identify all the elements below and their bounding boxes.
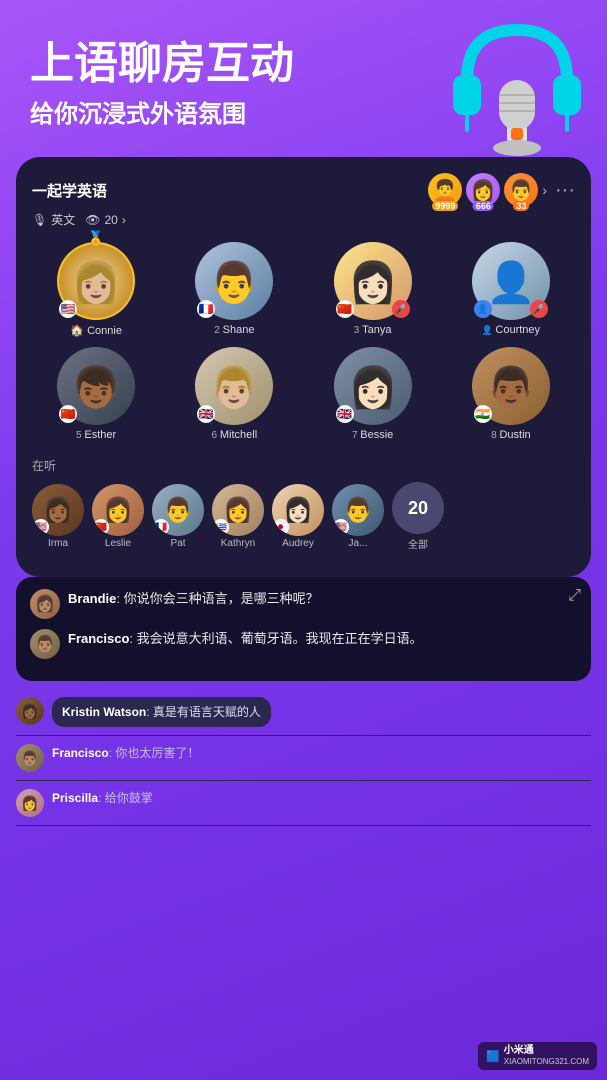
room-header: 一起学英语 🧑‍🦱 9999 👩 666 👨 33 › ···	[32, 173, 575, 207]
bottom-text-priscilla: Priscilla: 给你鼓掌	[52, 789, 153, 807]
watermark-icon: 🟦	[486, 1050, 500, 1063]
listeners-more-label: 全部	[408, 536, 428, 551]
flag-gb-bessie: 🇬🇧	[336, 405, 354, 423]
flag-us: 🇺🇸	[59, 300, 77, 318]
user-icon-courtney: 👤	[474, 300, 492, 318]
host-crown: 🏅	[87, 230, 104, 247]
flag-cn-tanya: 🇨🇳	[336, 300, 354, 318]
speakers-grid: 👩🏼 🇺🇸 🏅 🏠 Connie 👨 🇫🇷 2 Shane	[32, 242, 575, 441]
svg-text:👩🏼: 👩🏼	[71, 259, 121, 305]
svg-text:👨🏼: 👨🏼	[209, 364, 259, 410]
chat-avatar-francisco: 👨🏽	[30, 629, 60, 659]
viewers-arrow: ›	[122, 213, 126, 227]
eye-icon: 👁	[85, 213, 100, 227]
flag-jp-audrey: 🇯🇵	[273, 519, 289, 535]
mic-muted-tanya: 🎤	[392, 300, 410, 318]
speaker-bessie[interactable]: 👩🏻 🇬🇧 7 Bessie	[309, 347, 437, 441]
mic-icon: 🎙	[32, 213, 47, 227]
chat-avatar-brandie: 👩🏽	[30, 589, 60, 619]
flag-in-dustin: 🇮🇳	[474, 405, 492, 423]
room-card: 一起学英语 🧑‍🦱 9999 👩 666 👨 33 › ··· 🎙 英文	[16, 157, 591, 577]
watermark: 🟦 小米通 XIAOMITONG321.COM	[478, 1042, 597, 1070]
svg-text:👤: 👤	[486, 259, 536, 305]
top-avatar-1: 🧑‍🦱 9999	[428, 173, 462, 207]
speaker-mitchell[interactable]: 👨🏼 🇬🇧 6 Mitchell	[170, 347, 298, 441]
bottom-comment-francisco2: 👨🏽 Francisco: 你也太厉害了！	[16, 736, 591, 781]
svg-text:👨🏾: 👨🏾	[486, 364, 536, 410]
top-avatar-3: 👨 33	[504, 173, 538, 207]
room-info: 🎙 英文 👁 20 ›	[32, 211, 575, 228]
speaker-dustin[interactable]: 👨🏾 🇮🇳 8 Dustin	[447, 347, 575, 441]
bottom-avatar-priscilla: 👩	[16, 789, 44, 817]
svg-text:👦🏾: 👦🏾	[71, 364, 121, 410]
speaker-shane[interactable]: 👨 🇫🇷 2 Shane	[170, 242, 298, 337]
chat-expand-button[interactable]: ⤢	[568, 587, 581, 605]
svg-text:👨: 👨	[209, 259, 259, 305]
room-language: 🎙 英文	[32, 211, 75, 228]
header: 上语聊房互动 给你沉浸式外语氛围	[0, 0, 607, 139]
chat-text-francisco: Francisco: 我会说意大利语、葡萄牙语。我现在正在学日语。	[68, 629, 423, 649]
room-top-avatars: 🧑‍🦱 9999 👩 666 👨 33 › ···	[428, 173, 575, 207]
speaker-tanya[interactable]: 👩🏻 🇨🇳 🎤 3 Tanya	[309, 242, 437, 337]
listener-kathryn[interactable]: 👩 🇺🇾 Kathryn	[212, 484, 264, 549]
listeners-label: 在听	[32, 457, 575, 474]
top-avatar-2: 👩 666	[466, 173, 500, 207]
bottom-text-francisco2: Francisco: 你也太厉害了！	[52, 744, 199, 762]
top-avatars-arrow[interactable]: ›	[542, 182, 547, 198]
room-more-button[interactable]: ···	[555, 179, 575, 202]
speaker-courtney[interactable]: 👤 👤 🎤 👤 Courtney	[447, 242, 575, 337]
chat-section: ⤢ 👩🏽 Brandie: 你说你会三种语言，是哪三种呢？ 👨🏽 Francis…	[16, 577, 591, 681]
host-crown-icon: 🏠	[70, 325, 87, 337]
bottom-avatar-francisco2: 👨🏽	[16, 744, 44, 772]
speaker-connie[interactable]: 👩🏼 🇺🇸 🏅 🏠 Connie	[32, 242, 160, 337]
watermark-name: 小米通	[504, 1045, 589, 1057]
listeners-more-count[interactable]: 20	[392, 482, 444, 534]
mic-muted-courtney: 🎤	[530, 300, 548, 318]
flag-cn-esther: 🇨🇳	[59, 405, 77, 423]
listener-audrey[interactable]: 👩🏻 🇯🇵 Audrey	[272, 484, 324, 549]
listener-ja[interactable]: 👨 🇺🇸 Ja...	[332, 484, 384, 549]
listener-leslie[interactable]: 👩 🇨🇳 Leslie	[92, 484, 144, 549]
bottom-comment-priscilla: 👩 Priscilla: 给你鼓掌	[16, 781, 591, 826]
svg-text:👩🏻: 👩🏻	[348, 364, 398, 410]
chat-message-francisco: 👨🏽 Francisco: 我会说意大利语、葡萄牙语。我现在正在学日语。	[30, 629, 577, 659]
room-title: 一起学英语	[32, 180, 107, 201]
flag-us-ja: 🇺🇸	[333, 519, 349, 535]
flag-gb-mitchell: 🇬🇧	[197, 405, 215, 423]
listeners-row: 👩🏾 🇺🇸 Irma 👩 🇨🇳 Leslie 👨 🇫🇷 Pat 👩 🇺🇾	[32, 482, 575, 551]
chat-text-brandie: Brandie: 你说你会三种语言，是哪三种呢？	[68, 589, 319, 609]
listeners-more-wrap[interactable]: 20 全部	[392, 482, 444, 551]
headphone-mic-illustration	[437, 10, 597, 170]
svg-text:👩🏻: 👩🏻	[348, 259, 398, 305]
flag-fr-pat: 🇫🇷	[153, 519, 169, 535]
flag-us-irma: 🇺🇸	[33, 519, 49, 535]
listener-pat[interactable]: 👨 🇫🇷 Pat	[152, 484, 204, 549]
room-viewers[interactable]: 👁 20 ›	[85, 213, 126, 227]
flag-uy-kathryn: 🇺🇾	[213, 519, 229, 535]
bottom-comment-kristin: 👩🏾 Kristin Watson: 真是有语言天赋的人	[16, 689, 591, 736]
bottom-avatar-kristin: 👩🏾	[16, 697, 44, 725]
speaker-esther[interactable]: 👦🏾 🇨🇳 5 Esther	[32, 347, 160, 441]
bottom-bubble-kristin: Kristin Watson: 真是有语言天赋的人	[52, 697, 271, 727]
flag-fr: 🇫🇷	[197, 300, 215, 318]
bottom-comments: 👩🏾 Kristin Watson: 真是有语言天赋的人 👨🏽 Francisc…	[16, 689, 591, 826]
listener-irma[interactable]: 👩🏾 🇺🇸 Irma	[32, 484, 84, 549]
chat-message-brandie: 👩🏽 Brandie: 你说你会三种语言，是哪三种呢？	[30, 589, 577, 619]
watermark-url: XIAOMITONG321.COM	[504, 1057, 589, 1067]
flag-cn-leslie: 🇨🇳	[93, 519, 109, 535]
